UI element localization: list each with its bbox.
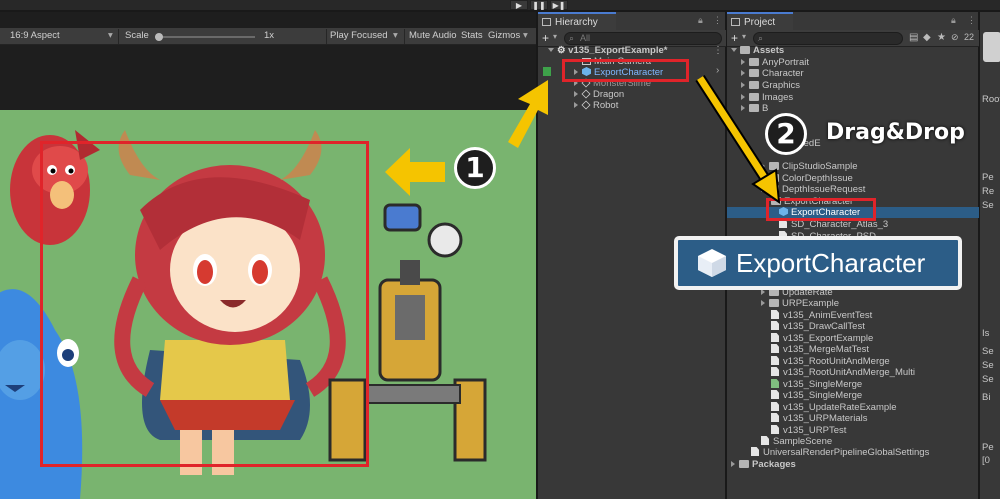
callout-text: ExportCharacter [736,248,926,278]
step-1-badge: 1 [454,147,496,189]
step-2-number: 2 [776,117,796,150]
arrow-left-icon [385,148,445,196]
drag-arrow-icon [697,76,769,182]
step-2-badge: 2 [765,113,807,155]
prefab-icon [698,249,726,277]
drag-drop-label: Drag&Drop [826,120,965,145]
export-character-callout: ExportCharacter [674,236,962,290]
step-1-number: 1 [465,151,485,184]
arrow-up-right-icon [508,80,548,148]
